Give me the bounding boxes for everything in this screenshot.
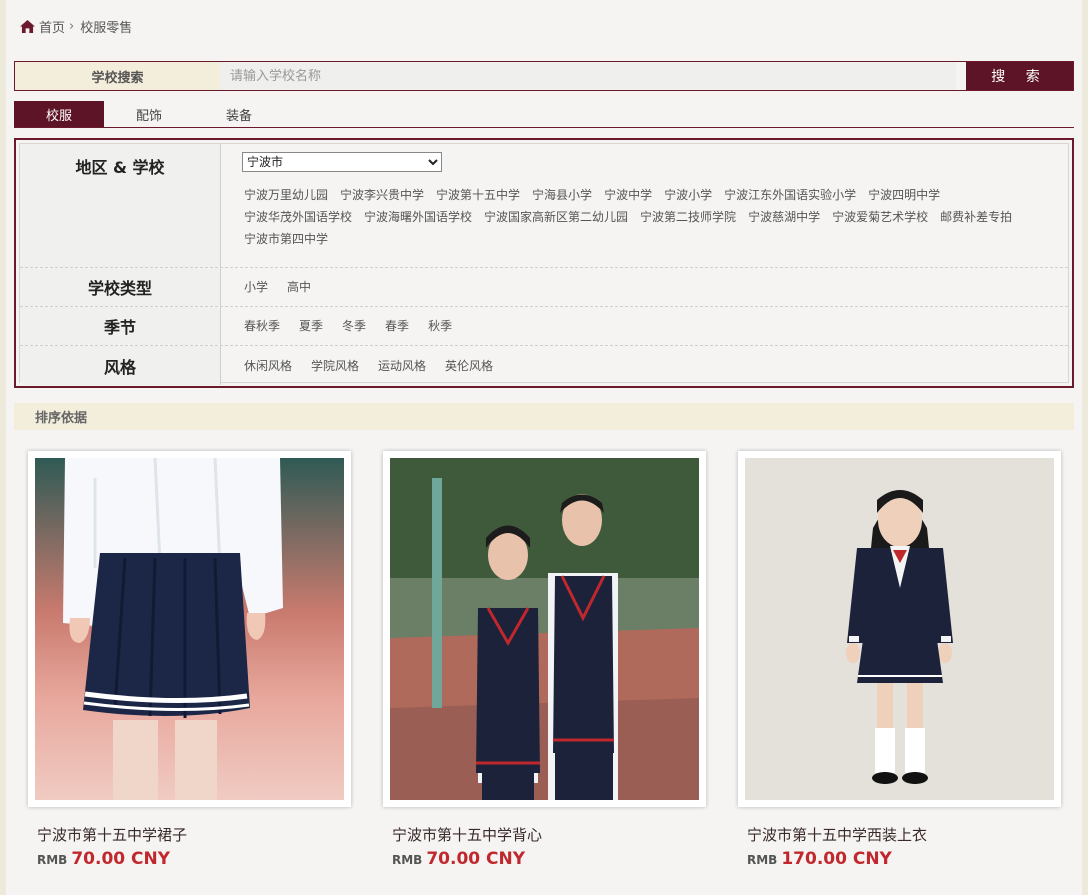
filter-row-style: 风格 休闲风格 学院风格 运动风格 英伦风格 bbox=[20, 346, 1068, 385]
product-card[interactable]: 宁波市第十五中学裙子 RMB 70.00 CNY bbox=[28, 451, 351, 869]
school-list: 宁波万里幼儿园 宁波李兴贵中学 宁波第十五中学 宁海县小学 宁波中学 宁波小学 … bbox=[244, 184, 1034, 250]
product-photo-vest[interactable] bbox=[390, 458, 699, 800]
school-link[interactable]: 宁波华茂外国语学校 bbox=[244, 206, 352, 228]
school-link[interactable]: 宁波国家高新区第二幼儿园 bbox=[484, 206, 628, 228]
school-type-option[interactable]: 高中 bbox=[287, 276, 311, 298]
search-label: 学校搜索 bbox=[15, 62, 220, 90]
product-price: RMB 70.00 CNY bbox=[392, 849, 525, 869]
product-photo-frame[interactable] bbox=[738, 451, 1061, 807]
breadcrumb-home-link[interactable]: 首页 bbox=[39, 17, 65, 36]
school-link[interactable]: 宁波第二技师学院 bbox=[640, 206, 736, 228]
price-currency-prefix: RMB bbox=[392, 853, 423, 867]
price-currency-prefix: RMB bbox=[747, 853, 778, 867]
price-currency-prefix: RMB bbox=[37, 853, 68, 867]
season-option[interactable]: 冬季 bbox=[342, 315, 366, 337]
breadcrumb-separator: › bbox=[69, 18, 75, 34]
season-option[interactable]: 秋季 bbox=[428, 315, 452, 337]
sort-bar[interactable]: 排序依据 bbox=[14, 403, 1074, 430]
price-value: 70.00 CNY bbox=[426, 849, 526, 869]
search-gap bbox=[956, 62, 966, 90]
school-type-option[interactable]: 小学 bbox=[244, 276, 268, 298]
breadcrumb-current: 校服零售 bbox=[80, 20, 133, 36]
product-price: RMB 170.00 CNY bbox=[747, 849, 892, 869]
product-photo-frame[interactable] bbox=[383, 451, 706, 807]
school-link[interactable]: 宁波四明中学 bbox=[868, 184, 940, 206]
page-edge-left bbox=[0, 0, 6, 895]
style-option[interactable]: 运动风格 bbox=[378, 355, 426, 377]
filter-label-region: 地区 & 学校 bbox=[20, 144, 221, 267]
school-link[interactable]: 宁波中学 bbox=[604, 184, 652, 206]
tab-accessories[interactable]: 配饰 bbox=[104, 101, 194, 127]
school-search-bar: 学校搜索 搜 索 bbox=[14, 61, 1074, 91]
style-option[interactable]: 学院风格 bbox=[311, 355, 359, 377]
school-link[interactable]: 宁海县小学 bbox=[532, 184, 592, 206]
filter-label-season: 季节 bbox=[20, 307, 221, 345]
tab-equipment[interactable]: 装备 bbox=[194, 101, 284, 127]
product-name[interactable]: 宁波市第十五中学背心 bbox=[392, 824, 542, 845]
product-price: RMB 70.00 CNY bbox=[37, 849, 170, 869]
filter-label-style: 风格 bbox=[20, 346, 221, 385]
school-link[interactable]: 宁波慈湖中学 bbox=[748, 206, 820, 228]
filter-row-region: 地区 & 学校 宁波市 宁波万里幼儿园 宁波李兴贵中学 宁波第十五中学 宁海县小… bbox=[20, 144, 1068, 268]
product-card[interactable]: 宁波市第十五中学西装上衣 RMB 170.00 CNY bbox=[738, 451, 1061, 869]
school-link[interactable]: 宁波市第四中学 bbox=[244, 228, 328, 250]
school-link[interactable]: 宁波小学 bbox=[664, 184, 712, 206]
school-link[interactable]: 宁波万里幼儿园 bbox=[244, 184, 328, 206]
product-photo-frame[interactable] bbox=[28, 451, 351, 807]
filter-row-season: 季节 春秋季 夏季 冬季 春季 秋季 bbox=[20, 307, 1068, 346]
price-value: 70.00 CNY bbox=[71, 849, 171, 869]
category-tabs: 校服 配饰 装备 bbox=[14, 101, 1074, 128]
region-select[interactable]: 宁波市 bbox=[242, 152, 442, 172]
school-link[interactable]: 宁波江东外国语实验小学 bbox=[724, 184, 856, 206]
school-search-input[interactable] bbox=[220, 62, 956, 90]
product-photo-blazer[interactable] bbox=[745, 458, 1054, 800]
filter-label-school-type: 学校类型 bbox=[20, 268, 221, 306]
season-option[interactable]: 春秋季 bbox=[244, 315, 280, 337]
breadcrumb: 首页 › 校服零售 bbox=[20, 17, 133, 36]
style-option[interactable]: 英伦风格 bbox=[445, 355, 493, 377]
page-edge-right bbox=[1082, 0, 1088, 895]
filter-panel: 地区 & 学校 宁波市 宁波万里幼儿园 宁波李兴贵中学 宁波第十五中学 宁海县小… bbox=[14, 138, 1074, 388]
product-photo-skirt[interactable] bbox=[35, 458, 344, 800]
school-link[interactable]: 宁波李兴贵中学 bbox=[340, 184, 424, 206]
school-link[interactable]: 邮费补差专拍 bbox=[940, 206, 1012, 228]
filter-row-school-type: 学校类型 小学 高中 bbox=[20, 268, 1068, 307]
season-option[interactable]: 夏季 bbox=[299, 315, 323, 337]
tab-uniform[interactable]: 校服 bbox=[14, 101, 104, 127]
season-option[interactable]: 春季 bbox=[385, 315, 409, 337]
school-link[interactable]: 宁波爱菊艺术学校 bbox=[832, 206, 928, 228]
school-link[interactable]: 宁波海曙外国语学校 bbox=[364, 206, 472, 228]
school-link[interactable]: 宁波第十五中学 bbox=[436, 184, 520, 206]
product-name[interactable]: 宁波市第十五中学裙子 bbox=[37, 824, 187, 845]
style-option[interactable]: 休闲风格 bbox=[244, 355, 292, 377]
price-value: 170.00 CNY bbox=[781, 849, 892, 869]
product-card[interactable]: 宁波市第十五中学背心 RMB 70.00 CNY bbox=[383, 451, 706, 869]
search-button[interactable]: 搜 索 bbox=[966, 62, 1073, 90]
home-icon[interactable] bbox=[20, 19, 35, 33]
product-name[interactable]: 宁波市第十五中学西装上衣 bbox=[747, 824, 927, 845]
